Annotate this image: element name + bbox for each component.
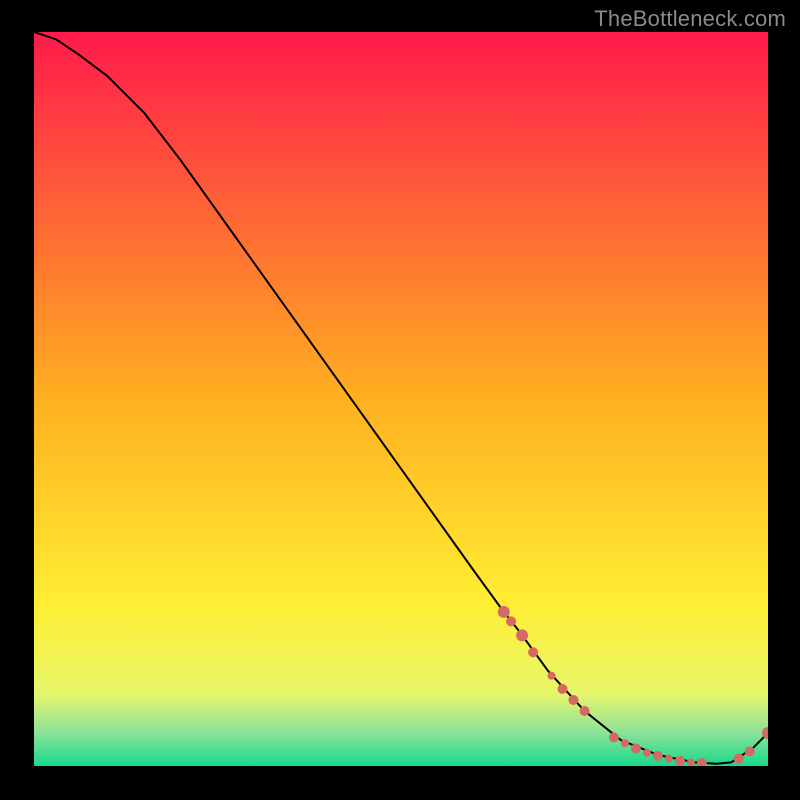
chart-svg: [34, 32, 768, 766]
marker-dot: [675, 756, 685, 766]
marker-dot: [557, 684, 567, 694]
chart-plot-area: [34, 32, 768, 766]
marker-dot: [506, 616, 516, 626]
marker-dot: [653, 751, 663, 761]
marker-dot: [631, 743, 641, 753]
watermark-text: TheBottleneck.com: [594, 6, 786, 32]
marker-dot: [687, 758, 695, 766]
marker-dot: [643, 749, 651, 757]
marker-dot: [498, 606, 510, 618]
marker-dot: [609, 732, 619, 742]
marker-dot: [547, 672, 555, 680]
marker-dot: [745, 746, 755, 756]
root: TheBottleneck.com: [0, 0, 800, 800]
marker-dot: [734, 754, 744, 764]
marker-dot: [580, 706, 590, 716]
marker-dot: [621, 739, 629, 747]
marker-dot: [568, 695, 578, 705]
marker-dot: [516, 629, 528, 641]
marker-dot: [528, 647, 538, 657]
chart-background: [34, 32, 768, 766]
marker-dot: [665, 755, 673, 763]
